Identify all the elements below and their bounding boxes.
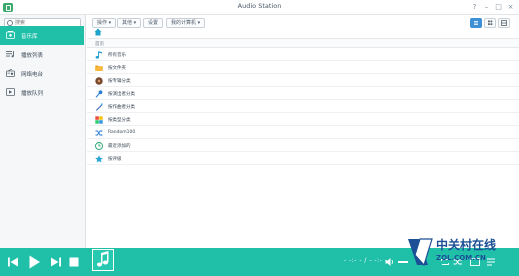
genre-icon xyxy=(95,116,103,124)
grid-view-icon xyxy=(488,20,493,26)
list-item-label: 按演出者分类 xyxy=(108,91,135,97)
title-bar: Audio Station ? – □ × xyxy=(0,0,519,15)
album-icon xyxy=(95,77,103,85)
list-view-button[interactable] xyxy=(470,18,482,28)
list-view-icon xyxy=(474,21,478,25)
list-item[interactable]: 按作曲者分类 xyxy=(87,100,519,113)
queue-icon xyxy=(6,88,15,96)
list-item[interactable]: 按类型分类 xyxy=(87,113,519,126)
zol-watermark: 中关村在线 ZOL.COM.CN xyxy=(405,234,519,272)
star-icon xyxy=(95,155,103,163)
zol-logo-icon xyxy=(408,238,433,267)
stop-button[interactable] xyxy=(69,257,79,267)
detail-view-icon xyxy=(501,20,507,26)
settings-button[interactable]: 设置 xyxy=(143,18,164,28)
microphone-icon xyxy=(95,90,103,98)
action-menu-button[interactable]: 操作 ▾ xyxy=(92,18,117,28)
music-note-icon xyxy=(95,51,102,59)
list-item-label: Random100 xyxy=(108,129,136,135)
sidebar-item-label: 网络电台 xyxy=(21,72,44,78)
folder-icon xyxy=(95,65,103,71)
renderer-select-button[interactable]: 我的计算机 ▾ xyxy=(166,18,206,28)
help-button[interactable]: ? xyxy=(470,3,479,12)
sidebar-item-queue[interactable]: 播放队列 xyxy=(0,83,84,102)
sidebar: 音乐库 播放列表 网络电台 xyxy=(0,15,86,248)
playback-time: - -:- - / - -:- - xyxy=(344,257,388,264)
sidebar-item-label: 音乐库 xyxy=(21,34,38,40)
music-note-icon xyxy=(96,251,109,267)
list-item[interactable]: 按评级 xyxy=(87,152,519,165)
sidebar-item-playlist[interactable]: 播放列表 xyxy=(0,45,84,64)
sidebar-item-radio[interactable]: 网络电台 xyxy=(0,64,84,83)
shuffle-icon xyxy=(95,130,103,136)
list-item-label: 按类型分类 xyxy=(108,117,131,123)
audio-station-window: Audio Station ? – □ × 音乐库 xyxy=(0,0,519,276)
watermark-url: ZOL.COM.CN xyxy=(436,254,486,262)
album-cover[interactable] xyxy=(92,249,114,271)
window-title: Audio Station xyxy=(237,2,282,10)
list-item-label: 按评级 xyxy=(108,156,122,162)
sidebar-item-label: 播放列表 xyxy=(21,53,44,59)
sidebar-item-music-library[interactable]: 音乐库 xyxy=(0,26,84,45)
list-item[interactable]: 按演出者分类 xyxy=(87,87,519,100)
minimize-button[interactable]: – xyxy=(482,3,491,12)
detail-view-button[interactable] xyxy=(498,18,510,28)
home-icon[interactable] xyxy=(94,28,102,36)
clock-icon xyxy=(95,142,103,150)
list-item[interactable]: Random100 xyxy=(87,126,519,139)
maximize-button[interactable]: □ xyxy=(494,3,503,12)
grid-view-button[interactable] xyxy=(484,18,496,28)
radio-icon xyxy=(6,69,15,77)
previous-track-button[interactable] xyxy=(7,256,19,268)
list-item-label: 最近添加的 xyxy=(108,143,131,149)
list-item[interactable]: 按专辑分类 xyxy=(87,74,519,87)
play-button[interactable] xyxy=(28,255,41,269)
list-item[interactable]: 按文件夹 xyxy=(87,61,519,74)
list-item[interactable]: 最近添加的 xyxy=(87,139,519,152)
next-track-button[interactable] xyxy=(50,256,62,268)
toolbar: 操作 ▾ 其他 ▾ 设置 我的计算机 ▾ xyxy=(87,15,519,32)
list-item-label: 按专辑分类 xyxy=(108,78,131,84)
close-button[interactable]: × xyxy=(506,3,515,12)
more-menu-button[interactable]: 其他 ▾ xyxy=(117,18,142,28)
list-item[interactable]: 所有音乐 xyxy=(87,48,519,61)
list-item-label: 按作曲者分类 xyxy=(108,104,135,110)
breadcrumb-home[interactable]: 首页 xyxy=(95,41,104,47)
sidebar-item-label: 播放队列 xyxy=(21,91,44,97)
volume-icon[interactable] xyxy=(385,257,395,267)
composer-icon xyxy=(96,103,103,111)
breadcrumb: 首页 xyxy=(87,38,519,48)
music-library-icon xyxy=(6,31,15,39)
watermark-title: 中关村在线 xyxy=(436,238,497,252)
list-item-label: 所有音乐 xyxy=(108,52,126,58)
playlist-icon xyxy=(6,51,14,58)
list-item-label: 按文件夹 xyxy=(108,65,126,71)
